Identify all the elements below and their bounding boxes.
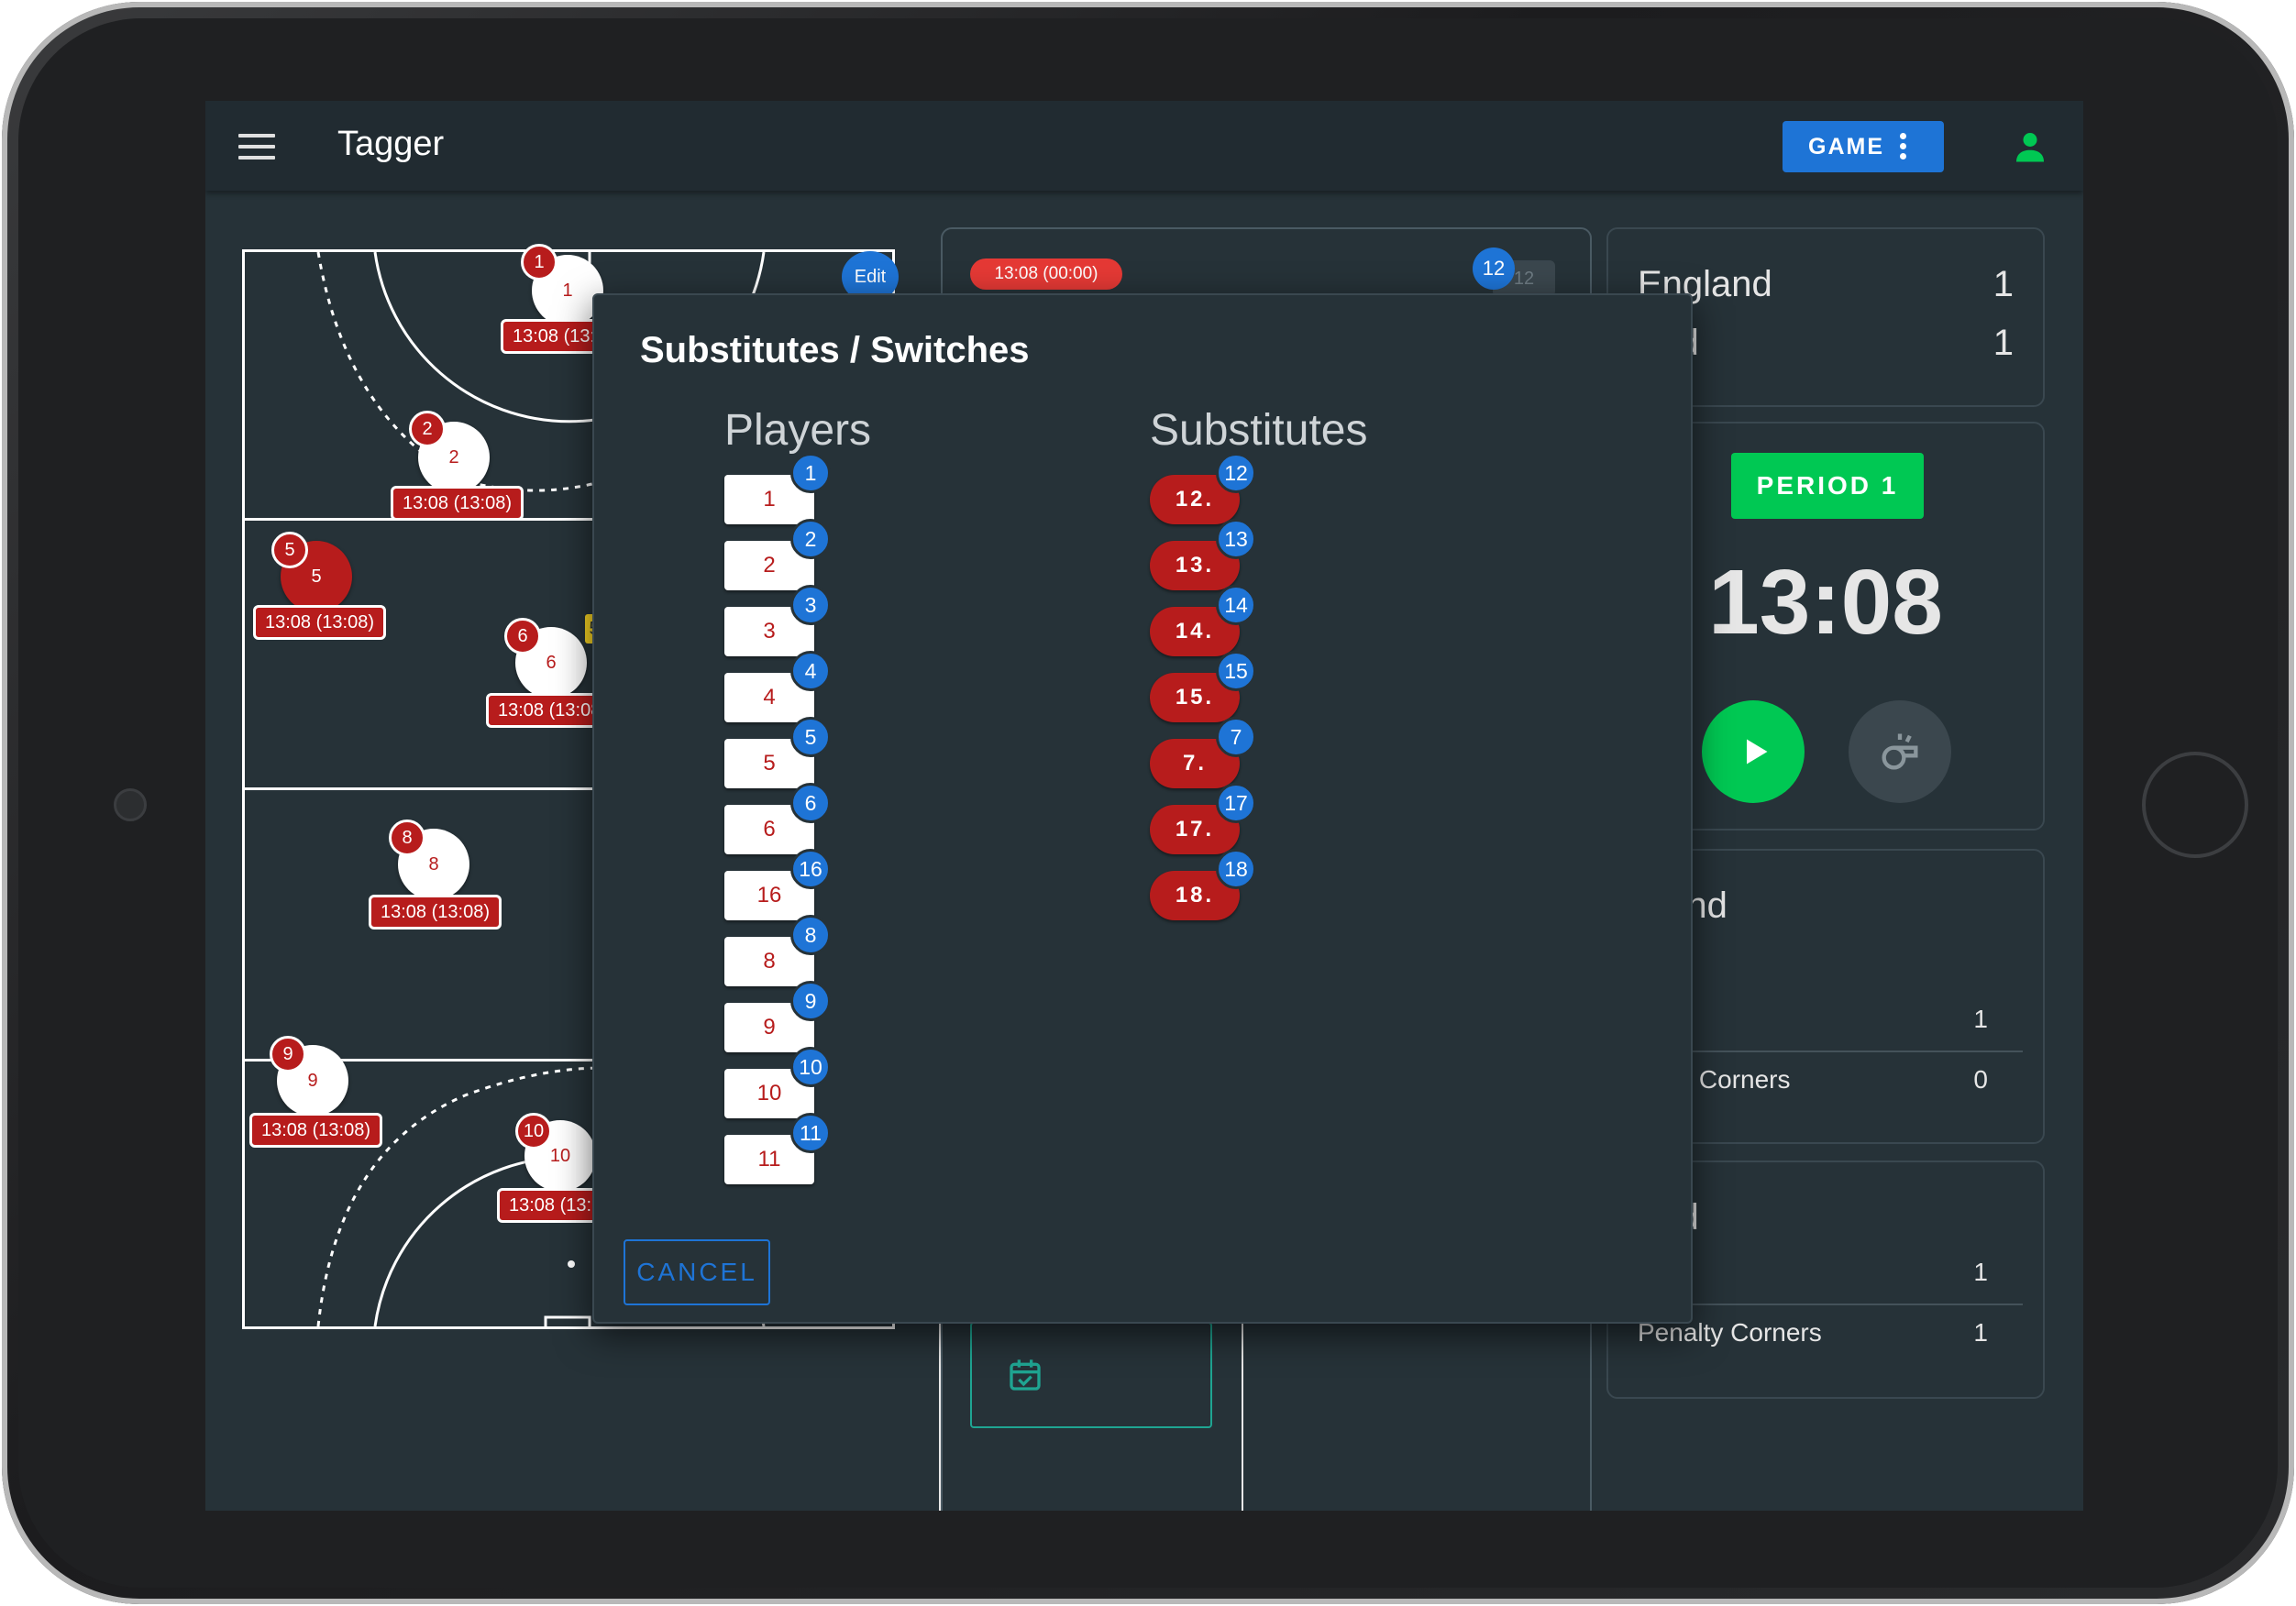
- player-number-badge: 6: [790, 783, 831, 823]
- calendar-button[interactable]: [970, 1322, 1212, 1428]
- whistle-icon: [1882, 733, 1918, 770]
- hamburger-menu-icon[interactable]: [238, 134, 275, 160]
- substitute-number-badge: 13: [1216, 519, 1256, 559]
- app-screen: Tagger GAME Edit 1 1 13:08 (13: 2 2 13:0…: [205, 101, 2083, 1511]
- player-number-badge: 3: [790, 585, 831, 625]
- substitute-number-badge: 12: [1216, 453, 1256, 493]
- dialog-title: Substitutes / Switches: [640, 330, 1030, 370]
- stat-divider: [1638, 1304, 2023, 1305]
- player-number-badge: 5: [790, 717, 831, 757]
- app-bar: Tagger GAME: [205, 101, 2083, 191]
- stat-value: 0: [1973, 1065, 1988, 1094]
- play-icon: [1747, 739, 1768, 764]
- pitch-player-time: 13:08 (13:: [501, 319, 608, 354]
- pitch-player-time: 13:08 (13:08): [391, 486, 524, 521]
- player-number-badge: 11: [790, 1113, 831, 1153]
- pitch-player-badge: 1: [521, 244, 557, 280]
- substitutes-heading: Substitutes: [1150, 406, 1368, 455]
- player-number-badge: 16: [790, 849, 831, 889]
- player-number-badge: 9: [790, 981, 831, 1021]
- events-divider-right: [1242, 1324, 1243, 1511]
- more-vert-icon: [1900, 133, 1907, 163]
- player-number-badge: 1: [790, 453, 831, 493]
- players-heading: Players: [724, 406, 872, 455]
- home-button[interactable]: [2142, 752, 2248, 858]
- event-time-pill[interactable]: 13:08 (00:00): [970, 258, 1122, 290]
- pitch-player-badge: 2: [409, 411, 446, 447]
- whistle-button[interactable]: [1849, 700, 1951, 803]
- player-number-badge: 2: [790, 519, 831, 559]
- calendar-check-icon: [1010, 1359, 1041, 1391]
- stat-divider: [1638, 1050, 2023, 1052]
- pitch-player-badge: 9: [270, 1036, 306, 1072]
- pitch-player-time: 13:08 (13:: [497, 1188, 604, 1223]
- game-button-label: GAME: [1808, 133, 1884, 160]
- pitch-player-time: 13:08 (13:08): [369, 895, 502, 930]
- pitch-player-badge: 6: [504, 618, 541, 654]
- cancel-button[interactable]: CANCEL: [624, 1239, 770, 1305]
- pitch-player-badge: 8: [389, 820, 425, 856]
- team-score: 1: [1992, 264, 2014, 304]
- substitute-number-badge: 7: [1216, 717, 1256, 757]
- player-number-badge: 10: [790, 1047, 831, 1087]
- score-row: and 1: [1638, 323, 2014, 364]
- substitute-number-badge: 14: [1216, 585, 1256, 625]
- stat-value: 1: [1973, 1005, 1988, 1033]
- camera-icon: [114, 788, 147, 821]
- account-icon[interactable]: [2014, 128, 2047, 165]
- substitute-number-badge: 18: [1216, 849, 1256, 889]
- substitute-number-badge: 15: [1216, 651, 1256, 691]
- app-title: Tagger: [337, 125, 445, 163]
- stat-value: 1: [1973, 1318, 1988, 1347]
- game-menu-button[interactable]: GAME: [1783, 121, 1944, 172]
- play-button[interactable]: [1702, 700, 1805, 803]
- pitch-player-badge: 10: [515, 1113, 552, 1150]
- stat-value: 1: [1973, 1258, 1988, 1286]
- team-score: 1: [1992, 323, 2014, 363]
- events-divider-left: [939, 1324, 941, 1511]
- pitch-player-badge: 5: [271, 532, 308, 568]
- pitch-player-time: 13:08 (13:08): [249, 1113, 382, 1148]
- player-number-badge: 4: [790, 651, 831, 691]
- substitutes-dialog: Substitutes / Switches Players Substitut…: [592, 293, 1693, 1324]
- pitch-player-time: 13:08 (13:08): [253, 605, 386, 640]
- event-number-badge: 12: [1473, 248, 1515, 290]
- score-row: England 1: [1638, 264, 2014, 305]
- player-number-badge: 8: [790, 915, 831, 955]
- period-button[interactable]: PERIOD 1: [1731, 453, 1924, 519]
- substitute-number-badge: 17: [1216, 783, 1256, 823]
